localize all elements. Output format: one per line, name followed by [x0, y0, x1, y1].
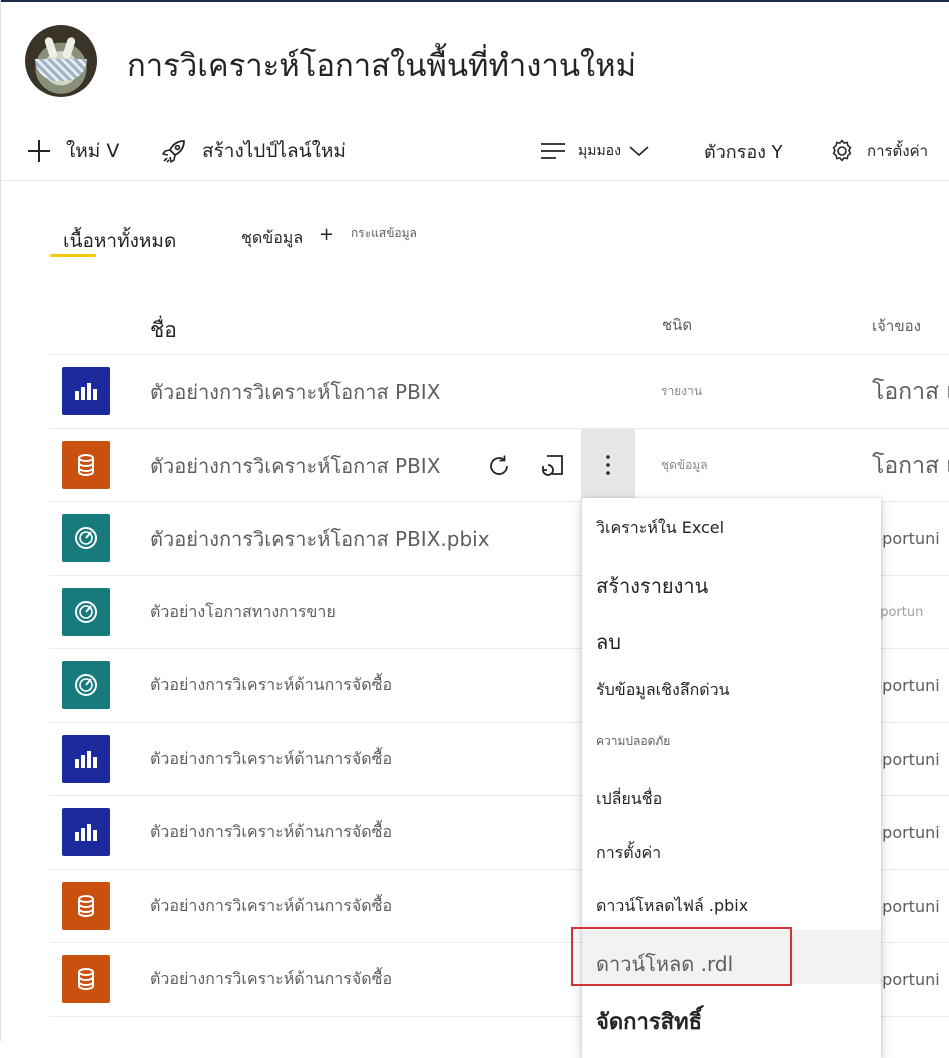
new-button-label: ใหม่ V — [66, 140, 120, 162]
plus-icon — [28, 140, 50, 162]
menu-item-manage-permissions[interactable]: จัดการสิทธิ์ — [596, 1004, 702, 1039]
view-label: มุมมอง — [578, 143, 621, 159]
item-owner: pportuni — [872, 750, 940, 769]
item-owner: pportuni — [872, 529, 940, 548]
item-name[interactable]: ตัวอย่างการวิเคราะห์ด้านการจัดซื้อ — [150, 649, 392, 722]
item-name[interactable]: ตัวอย่างโอกาสทางการขาย — [150, 576, 336, 649]
dashboard-icon — [62, 661, 110, 709]
item-name[interactable]: ตัวอย่างการวิเคราะห์ด้านการจัดซื้อ — [150, 723, 392, 796]
avatar-bunny-ear — [43, 36, 59, 60]
column-header-owner[interactable]: เจ้าของ — [872, 314, 921, 338]
workspace-title: การวิเคราะห์โอกาสในพื้นที่ทำงานใหม่ — [127, 48, 637, 84]
dataset-icon — [62, 441, 110, 489]
refresh-button[interactable] — [486, 429, 512, 502]
active-tab-indicator — [50, 254, 96, 257]
top-border — [0, 0, 949, 2]
item-owner: pportuni — [872, 823, 940, 842]
left-border — [0, 0, 1, 1041]
menu-item-download-pbix[interactable]: ดาวน์โหลดไฟล์ .pbix — [596, 894, 748, 919]
item-owner: pportuni — [872, 970, 940, 989]
item-name[interactable]: ตัวอย่างการวิเคราะห์โอกาส PBIX.pbix — [150, 502, 490, 575]
item-name[interactable]: ตัวอย่างการวิเคราะห์ด้านการจัดซื้อ — [150, 796, 392, 869]
highlight-box — [571, 927, 792, 986]
more-options-button[interactable] — [581, 429, 635, 501]
filter-label: ตัวกรอง Y — [704, 141, 783, 163]
item-name[interactable]: ตัวอย่างการวิเคราะห์โอกาส PBIX — [150, 355, 440, 428]
item-owner: pportuni — [872, 676, 940, 695]
settings-button[interactable]: การตั้งค่า — [829, 136, 928, 166]
menu-item-analyze-in-excel[interactable]: วิเคราะห์ใน Excel — [596, 516, 724, 541]
avatar-bowl — [35, 59, 87, 81]
gear-icon — [832, 139, 852, 162]
dataset-icon — [62, 955, 110, 1003]
menu-item-delete[interactable]: ลบ — [596, 626, 621, 658]
item-type: รายงาน — [661, 384, 703, 398]
dataset-icon — [62, 882, 110, 930]
dashboard-icon — [62, 588, 110, 636]
menu-item-quick-insights[interactable]: รับข้อมูลเชิงลึกด่วน — [596, 678, 730, 703]
menu-item-rename[interactable]: เปลี่ยนชื่อ — [596, 787, 662, 812]
column-header-type[interactable]: ชนิด — [662, 313, 692, 337]
workspace-avatar — [25, 25, 97, 97]
rocket-icon — [162, 140, 185, 163]
item-name[interactable]: ตัวอย่างการวิเคราะห์ด้านการจัดซื้อ — [150, 870, 392, 943]
item-owner: โอกาส เ — [872, 452, 949, 479]
report-icon — [62, 367, 110, 415]
schedule-refresh-icon — [542, 454, 563, 476]
chevron-down-icon — [629, 146, 649, 157]
view-dropdown[interactable]: มุมมอง — [540, 136, 649, 166]
more-vertical-icon — [606, 455, 610, 475]
item-type: ชุดข้อมูล — [661, 458, 708, 472]
toolbar-divider — [0, 180, 949, 181]
filter-button[interactable]: ตัวกรอง Y — [704, 136, 783, 166]
dashboard-icon — [62, 514, 110, 562]
item-owner: โอกาส เ — [872, 378, 949, 405]
report-icon — [62, 735, 110, 783]
refresh-icon — [490, 455, 508, 475]
avatar-bunny-ear — [61, 36, 77, 60]
tab-plus: + — [319, 224, 335, 245]
settings-label: การตั้งค่า — [867, 142, 929, 160]
item-name[interactable]: ตัวอย่างการวิเคราะห์ด้านการจัดซื้อ — [150, 943, 392, 1016]
item-name[interactable]: ตัวอย่างการวิเคราะห์โอกาส PBIX — [150, 429, 440, 502]
lines-icon — [541, 143, 565, 159]
schedule-refresh-button[interactable] — [540, 429, 566, 502]
column-header-name[interactable]: ชื่อ — [150, 314, 177, 347]
report-icon — [62, 808, 110, 856]
menu-item-settings[interactable]: การตั้งค่า — [596, 841, 661, 866]
tab-datasets[interactable]: ชุดข้อมูล — [241, 226, 303, 251]
item-owner: pportun — [872, 605, 924, 620]
menu-item-create-report[interactable]: สร้างรายงาน — [596, 570, 708, 602]
table-row[interactable]: ตัวอย่างการวิเคราะห์โอกาส PBIX รายงาน โอ… — [50, 354, 949, 428]
menu-item-security[interactable]: ความปลอดภัย — [596, 732, 670, 751]
tab-dataflows[interactable]: กระแสข้อมูล — [351, 224, 417, 243]
item-owner: pportuni — [872, 897, 940, 916]
table-row[interactable]: ตัวอย่างการวิเคราะห์โอกาส PBIX ชุดข้อมูล… — [50, 428, 949, 502]
new-button[interactable]: ใหม่ V — [26, 136, 119, 166]
create-pipeline-label: สร้างไปป์ไลน์ใหม่ — [202, 140, 346, 162]
create-pipeline-button[interactable]: สร้างไปป์ไลน์ใหม่ — [160, 136, 346, 166]
tab-all-content[interactable]: เนื้อหาทั้งหมด — [63, 226, 176, 256]
